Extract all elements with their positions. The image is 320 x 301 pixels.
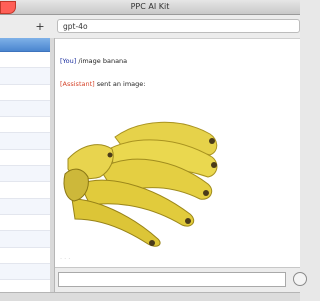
chat-transcript: [You] /image banana [Assistant] sent an … <box>55 38 300 268</box>
toolbar: + gpt-4o <box>0 15 300 39</box>
sidebar-item[interactable] <box>0 68 50 85</box>
add-chat-button[interactable]: + <box>32 19 48 34</box>
transcript-faded-text: . . . <box>60 253 71 261</box>
sidebar-item[interactable] <box>0 198 50 215</box>
sidebar-item[interactable] <box>0 263 50 281</box>
sidebar-item[interactable] <box>0 150 50 167</box>
sidebar-item[interactable] <box>0 248 50 264</box>
assistant-label: [Assistant] <box>60 80 95 88</box>
close-window-button[interactable] <box>0 1 16 14</box>
sidebar-item[interactable] <box>0 133 50 150</box>
user-label: [You] <box>60 57 77 65</box>
sidebar-item[interactable] <box>0 117 50 134</box>
window-title: PPC AI Kit <box>130 2 170 11</box>
assistant-message: [Assistant] sent an image: <box>60 80 145 88</box>
banana-image <box>60 89 220 249</box>
model-select[interactable]: gpt-4o <box>57 19 300 33</box>
sidebar-item[interactable] <box>0 280 50 292</box>
sidebar-rows <box>0 52 50 292</box>
sidebar-item[interactable] <box>0 215 50 232</box>
input-row <box>55 267 307 293</box>
chat-list-sidebar[interactable] <box>0 38 51 292</box>
user-message: [You] /image banana <box>60 57 127 65</box>
sidebar-item[interactable] <box>0 100 50 118</box>
sidebar-item[interactable] <box>0 85 50 101</box>
window-titlebar: PPC AI Kit <box>0 0 300 15</box>
sidebar-item[interactable] <box>0 166 50 183</box>
sidebar-item[interactable] <box>0 182 50 199</box>
message-input[interactable] <box>58 272 286 287</box>
send-button[interactable] <box>293 272 307 286</box>
sidebar-item[interactable] <box>0 52 50 69</box>
user-text: /image banana <box>76 57 128 65</box>
sidebar-item[interactable] <box>0 231 50 248</box>
assistant-text: sent an image: <box>94 80 146 88</box>
sidebar-selected-item[interactable] <box>0 38 50 52</box>
